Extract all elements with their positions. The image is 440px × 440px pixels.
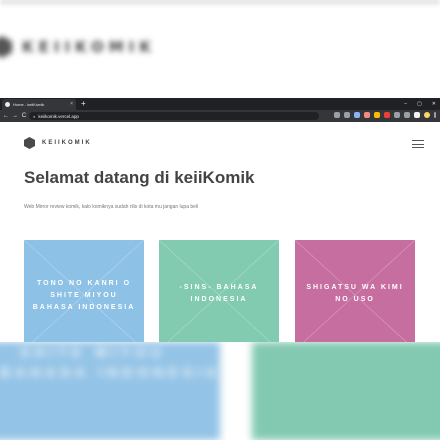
blurred-card: SHITE MIYOU BAHASA INDONESIA xyxy=(0,342,220,440)
tab-home[interactable]: Home - keiiKomik × xyxy=(2,99,76,110)
address-bar[interactable]: ● keiikomik.vercel.app xyxy=(29,112,319,120)
extension-icon-2[interactable] xyxy=(364,112,370,118)
blurred-logo-icon xyxy=(0,36,12,58)
brand-logo-icon xyxy=(24,137,35,149)
back-button[interactable]: ← xyxy=(3,113,9,119)
extension-icon-3[interactable] xyxy=(374,112,380,118)
hamburger-line xyxy=(412,140,424,141)
bookmark-star-icon[interactable] xyxy=(344,112,350,118)
hamburger-line xyxy=(412,147,424,148)
window-controls: – ▢ ✕ xyxy=(404,99,436,109)
extensions-puzzle-icon[interactable] xyxy=(404,112,410,118)
tab-bar: Home - keiiKomik × + – ▢ ✕ xyxy=(0,98,440,110)
extension-icon-1[interactable] xyxy=(354,112,360,118)
lock-icon: ● xyxy=(33,113,36,119)
page-description: Web Mirror review komik, kalo komiknya s… xyxy=(24,204,199,210)
extension-icon-4[interactable] xyxy=(384,112,390,118)
maximize-button[interactable]: ▢ xyxy=(417,99,422,109)
close-window-button[interactable]: ✕ xyxy=(432,99,436,109)
page-title: Selamat datang di keiiKomik xyxy=(24,168,255,187)
url-text: keiikomik.vercel.app xyxy=(38,113,79,119)
browser-toolbar: ← → C ● keiikomik.vercel.app xyxy=(0,110,440,122)
brand-name: KEIIKOMIK xyxy=(42,140,92,146)
site-brand[interactable]: KEIIKOMIK xyxy=(24,137,92,149)
comic-card[interactable]: SHIGATSU WA KIMI NO USO xyxy=(295,240,415,342)
comic-card[interactable]: TONO NO KANRI O SHITE MIYOU BAHASA INDON… xyxy=(24,240,144,342)
blurred-brand: KEIIKOMIK xyxy=(0,36,156,58)
blurred-card-text: BAHASA INDONESIA xyxy=(0,364,222,380)
hamburger-line xyxy=(412,143,424,145)
blurred-brand-text: KEIIKOMIK xyxy=(22,38,156,56)
comic-card[interactable]: -SINS- BAHASA INDONESIA xyxy=(159,240,279,342)
menu-dots-icon[interactable] xyxy=(434,112,436,118)
blurred-card-text: SHITE MIYOU xyxy=(20,344,167,360)
tab-close-icon[interactable]: × xyxy=(70,101,73,107)
comic-card-title: -SINS- BAHASA INDONESIA xyxy=(179,284,259,303)
tab-title: Home - keiiKomik xyxy=(13,102,45,107)
sidebar-icon[interactable] xyxy=(414,112,420,118)
browser-window: Home - keiiKomik × + – ▢ ✕ ← → C ● keiik… xyxy=(0,98,440,342)
blurred-background-bottom: SHITE MIYOU BAHASA INDONESIA xyxy=(0,342,440,440)
page-content: KEIIKOMIK Selamat datang di keiiKomik We… xyxy=(0,122,440,342)
blurred-background-top: KEIIKOMIK xyxy=(0,0,440,98)
minimize-button[interactable]: – xyxy=(404,99,407,109)
comic-card-title: SHIGATSU WA KIMI NO USO xyxy=(306,284,404,303)
comic-card-title: TONO NO KANRI O SHITE MIYOU BAHASA INDON… xyxy=(32,280,136,311)
share-icon[interactable] xyxy=(334,112,340,118)
extension-icons xyxy=(334,112,436,118)
forward-button[interactable]: → xyxy=(12,113,18,119)
reload-button[interactable]: C xyxy=(21,113,27,119)
blurred-edge xyxy=(0,0,440,6)
extension-icon-5[interactable] xyxy=(394,112,400,118)
profile-avatar-icon[interactable] xyxy=(424,112,430,118)
hamburger-menu-icon[interactable] xyxy=(412,140,424,148)
blurred-card xyxy=(252,342,440,440)
favicon-icon xyxy=(5,102,10,107)
new-tab-button[interactable]: + xyxy=(81,99,86,109)
